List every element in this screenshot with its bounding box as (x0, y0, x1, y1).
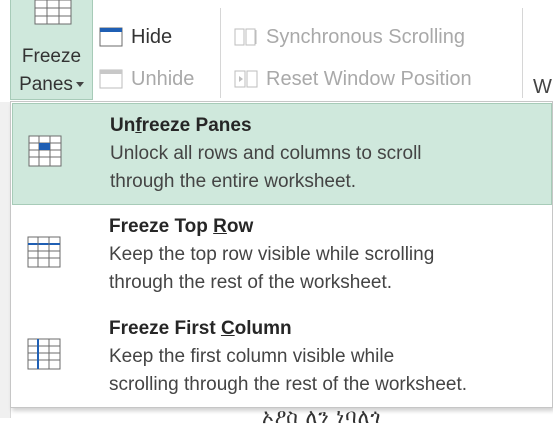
reset-window-position-icon (234, 70, 258, 88)
partial-ribbon-label: W (533, 76, 552, 98)
menu-item-freeze-top-row[interactable]: Freeze Top Row Keep the top row visible … (12, 205, 552, 307)
view-ribbon: Freeze Panes Hide Unhide Synchronous Scr… (0, 0, 553, 102)
unhide-label: Unhide (131, 68, 195, 90)
freeze-panes-label-line1: Freeze (21, 46, 82, 67)
menu-item-unfreeze-panes[interactable]: Unfreeze Panes Unlock all rows and colum… (12, 103, 552, 205)
dropdown-caret-icon (75, 82, 84, 88)
menu-item-description: Keep the top row visible while scrolling… (109, 244, 435, 293)
menu-item-title: Unfreeze Panes (110, 115, 252, 136)
freeze-first-column-icon (27, 338, 61, 370)
ribbon-separator (522, 8, 523, 98)
reset-window-position-label: Reset Window Position (266, 68, 472, 90)
freeze-panes-label-line2: Panes (11, 74, 92, 96)
menu-item-description: Keep the first column visible while scro… (109, 346, 468, 395)
freeze-panes-icon (34, 0, 72, 25)
hide-window-icon (99, 27, 123, 47)
freeze-top-row-icon (27, 236, 61, 268)
menu-item-description: Unlock all rows and columns to scroll th… (110, 143, 422, 192)
menu-item-title: Freeze Top Row (109, 216, 254, 237)
unfreeze-panes-icon (28, 135, 62, 167)
freeze-panes-button[interactable]: Freeze Panes (10, 0, 93, 100)
hide-label: Hide (131, 26, 173, 48)
synchronous-scrolling-icon (234, 28, 257, 46)
synchronous-scrolling-label: Synchronous Scrolling (266, 26, 465, 48)
menu-item-title: Freeze First Column (109, 318, 292, 339)
unhide-window-icon (99, 69, 123, 89)
ribbon-separator (220, 8, 221, 98)
menu-item-freeze-first-column[interactable]: Freeze First Column Keep the first colum… (12, 307, 552, 409)
freeze-panes-menu: Unfreeze Panes Unlock all rows and colum… (10, 101, 553, 408)
